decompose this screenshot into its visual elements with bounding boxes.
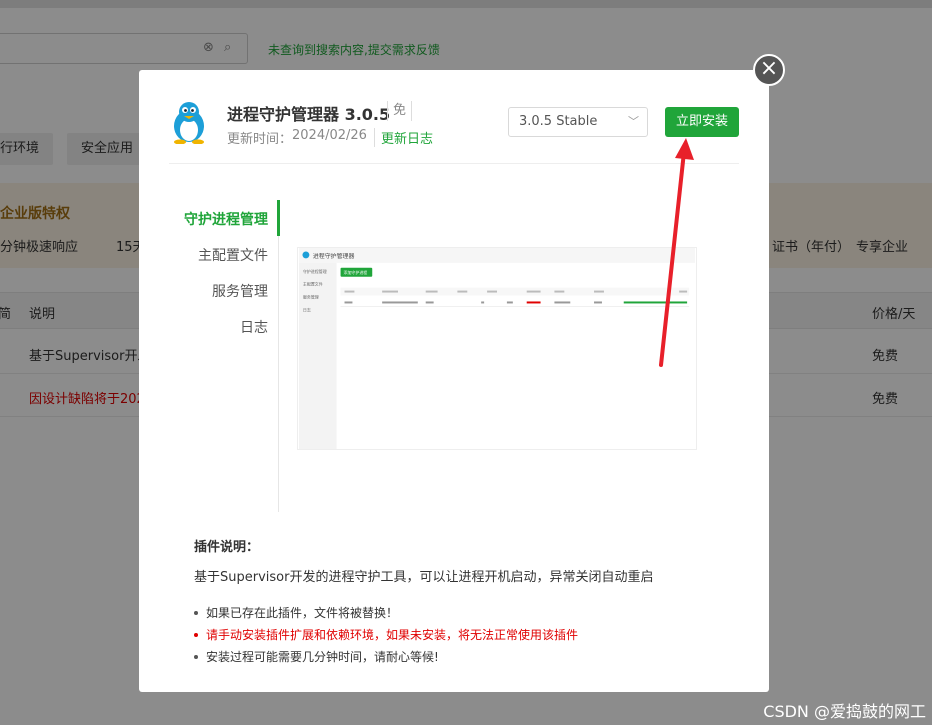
preview-title: 进程守护管理器	[313, 252, 355, 260]
preview-menu-item: 守护进程管理	[303, 269, 327, 274]
nav-item-main-config[interactable]: 主配置文件	[198, 245, 268, 265]
preview-menu-item: 服务管理	[303, 294, 319, 299]
plugin-install-modal: 进程守护管理器 3.0.5 免 更新时间： 2024/02/26 更新日志 3.…	[139, 70, 769, 692]
version-select[interactable]: 3.0.5 Stable ﹀	[508, 107, 648, 137]
preview-add-button: 添加守护进程	[344, 270, 368, 275]
plugin-intro-title: 插件说明：	[194, 540, 260, 555]
preview-menu-item: 主配置文件	[303, 282, 323, 287]
nav-item-logs[interactable]: 日志	[240, 317, 268, 337]
plugin-title: 进程守护管理器 3.0.5	[227, 105, 391, 124]
watermark: CSDN @爱捣鼓的网工	[763, 702, 926, 721]
preview-menu-item: 日志	[303, 307, 311, 312]
close-icon[interactable]: ×	[753, 54, 785, 86]
plugin-preview-screenshot: 进程守护管理器 守护进程管理 主配置文件 服务管理 日志 添加守护进程	[297, 247, 697, 450]
preview-logo-icon	[302, 251, 310, 259]
linux-penguin-icon	[174, 102, 204, 144]
plugin-intro-description: 基于Supervisor开发的进程守护工具，可以让进程开机启动，异常关闭自动重启	[194, 570, 654, 585]
update-date: 2024/02/26	[292, 128, 367, 143]
plugin-side-nav: 守护进程管理 主配置文件 服务管理 日志	[169, 200, 280, 512]
chevron-down-icon: ﹀	[628, 115, 639, 128]
install-now-button[interactable]: 立即安装	[665, 107, 739, 137]
header-divider	[169, 163, 739, 164]
update-time-label: 更新时间：	[227, 132, 293, 147]
changelog-link[interactable]: 更新日志	[374, 128, 433, 147]
install-note-warning: 请手动安装插件扩展和依赖环境，如果未安装，将无法正常使用该插件	[194, 624, 578, 646]
free-badge: 免	[387, 101, 413, 121]
nav-active-indicator	[277, 200, 280, 236]
nav-item-process-manager[interactable]: 守护进程管理	[184, 209, 268, 229]
install-note: 如果已存在此插件，文件将被替换！	[194, 602, 578, 624]
install-notes-list: 如果已存在此插件，文件将被替换！ 请手动安装插件扩展和依赖环境，如果未安装，将无…	[194, 602, 578, 668]
nav-item-service[interactable]: 服务管理	[212, 281, 268, 301]
version-select-value: 3.0.5 Stable	[519, 114, 598, 129]
install-note: 安装过程可能需要几分钟时间，请耐心等候!	[194, 646, 578, 668]
